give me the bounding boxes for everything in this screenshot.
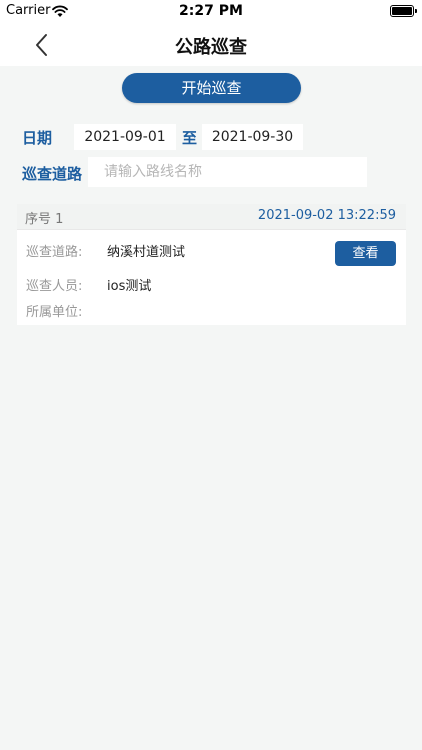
record-seq: 序号 1	[25, 212, 64, 227]
record-header: 序号 1 2021-09-02 13:22:59	[17, 204, 406, 230]
route-search-input[interactable]	[88, 157, 367, 187]
start-date-field[interactable]: 2021-09-01	[74, 124, 176, 150]
battery-icon	[390, 5, 417, 17]
record-timestamp: 2021-09-02 13:22:59	[257, 208, 396, 223]
route-label: 巡查道路	[22, 165, 83, 183]
record-inspector-value: ios测试	[107, 279, 152, 294]
date-range-separator: 至	[182, 129, 198, 147]
end-date-field[interactable]: 2021-09-30	[202, 124, 303, 150]
record-unit-label: 所属单位:	[26, 305, 83, 320]
status-bar: Carrier 2:27 PM	[0, 0, 422, 24]
record-route-value: 纳溪村道测试	[107, 245, 186, 260]
clock: 2:27 PM	[179, 3, 243, 19]
record-inspector-label: 巡查人员:	[26, 279, 83, 294]
record-route-label: 巡查道路:	[26, 245, 83, 260]
view-button[interactable]: 查看	[335, 241, 396, 266]
page-title: 公路巡查	[175, 37, 247, 58]
patrol-record-card: 序号 1 2021-09-02 13:22:59 巡查道路: 纳溪村道测试 查看…	[17, 204, 406, 325]
start-patrol-button[interactable]: 开始巡查	[122, 73, 301, 103]
date-label: 日期	[22, 129, 53, 147]
nav-bar: 公路巡查	[0, 24, 422, 66]
